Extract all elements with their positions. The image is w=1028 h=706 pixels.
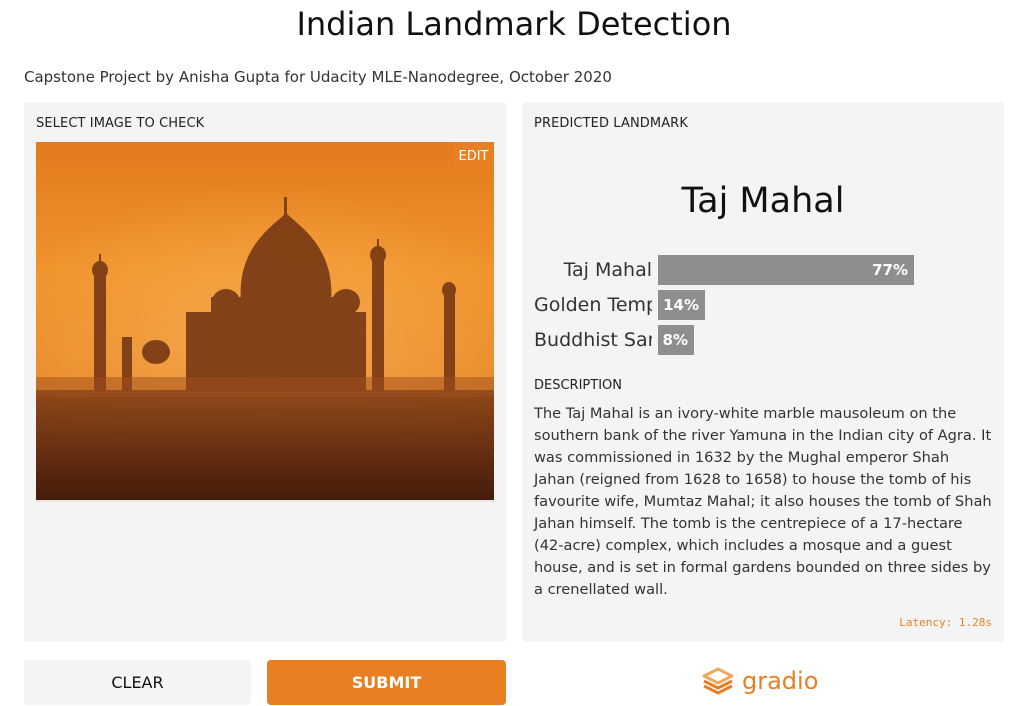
output-panel-label: PREDICTED LANDMARK	[534, 116, 688, 131]
description-label: DESCRIPTION	[534, 378, 622, 393]
description-text: The Taj Mahal is an ivory-white marble m…	[534, 405, 992, 598]
confidence-percent: 77%	[872, 261, 908, 279]
output-panel: PREDICTED LANDMARK Taj Mahal Taj Mahal 7…	[522, 102, 1004, 642]
input-panel-label: SELECT IMAGE TO CHECK	[36, 116, 205, 131]
confidence-label: Golden Temple	[534, 294, 652, 316]
uploaded-image[interactable]: EDIT	[36, 142, 494, 502]
confidence-percent: 14%	[663, 296, 699, 314]
page-title: Indian Landmark Detection	[296, 5, 732, 43]
confidence-row: Buddhist Sarnath 8%	[522, 325, 1004, 355]
predicted-landmark: Taj Mahal	[681, 181, 845, 221]
confidence-label: Buddhist Sarnath	[534, 329, 652, 351]
confidence-bar: 14%	[658, 290, 705, 320]
taj-mahal-sunset-photo	[36, 142, 494, 500]
confidence-label: Taj Mahal	[563, 259, 652, 281]
confidence-percent: 8%	[662, 331, 688, 349]
input-panel: SELECT IMAGE TO CHECK EDIT	[24, 102, 506, 642]
confidence-bar: 8%	[658, 325, 694, 355]
latency-readout: Latency: 1.28s	[899, 616, 992, 629]
edit-button[interactable]: EDIT	[453, 142, 494, 172]
page-subtitle: Capstone Project by Anisha Gupta for Uda…	[24, 68, 612, 86]
confidence-row: Taj Mahal 77%	[522, 255, 1004, 285]
confidence-row: Golden Temple 14%	[522, 290, 1004, 320]
gradio-brand-label: gradio	[742, 667, 819, 695]
gradio-brand[interactable]: gradio	[702, 663, 818, 699]
gradio-logo-icon	[702, 667, 734, 695]
submit-button[interactable]: SUBMIT	[267, 660, 506, 705]
clear-button[interactable]: CLEAR	[24, 660, 251, 705]
confidence-bar: 77%	[658, 255, 914, 285]
